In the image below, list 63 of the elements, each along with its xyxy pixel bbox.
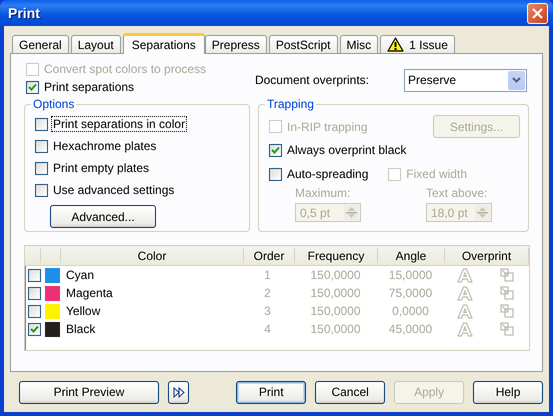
dialog-button[interactable]: Help [473, 380, 543, 404]
checkbox-label[interactable]: Print empty plates [52, 161, 150, 175]
tab[interactable]: Layout [70, 35, 121, 53]
dialog-button[interactable]: Print Preview [19, 380, 159, 404]
dialog-button[interactable]: Print [236, 380, 306, 404]
column-header[interactable]: Color [61, 248, 244, 263]
checkbox-label[interactable]: Print separations [43, 80, 136, 94]
table-cell-text: 150,0000 [309, 322, 362, 336]
column-header[interactable]: Overprint [445, 248, 529, 263]
dropdown[interactable]: Preserve [404, 68, 527, 92]
table-cell-text: 45,0000 [388, 322, 434, 336]
checkbox-label[interactable]: Always overprint black [286, 143, 408, 157]
table-cell-text: 2 [263, 286, 272, 300]
close-icon[interactable] [532, 8, 543, 18]
checkbox-label[interactable]: Auto-spreading [286, 167, 370, 181]
warning-icon [387, 37, 404, 52]
checkbox[interactable] [35, 184, 48, 196]
table-cell-text: 15,0000 [388, 268, 434, 282]
tab[interactable]: Separations [122, 33, 205, 54]
more-button[interactable] [168, 380, 190, 404]
spin-label: Text above: [426, 186, 488, 200]
column-header[interactable]: Angle [378, 248, 445, 263]
forward-icon [172, 386, 185, 398]
checkbox[interactable] [28, 322, 41, 336]
table-cell-text: 1 [263, 268, 272, 282]
spin-label: Maximum: [295, 186, 352, 200]
table-cell-text: 150,0000 [309, 268, 362, 282]
checkbox[interactable] [28, 286, 41, 300]
group-title: Options [31, 97, 76, 111]
table-cell-text: Yellow [65, 304, 102, 318]
table-cell-text: 150,0000 [309, 304, 362, 318]
checkbox[interactable] [35, 162, 48, 174]
close-button[interactable] [527, 2, 548, 24]
table-cell-text: 3 [263, 304, 272, 318]
checkbox[interactable] [26, 80, 39, 94]
table-cell-text: Black [65, 322, 96, 336]
checkbox[interactable] [35, 140, 48, 152]
tab[interactable]: Prepress [204, 35, 267, 53]
checkbox-label[interactable]: Print separations in color [52, 117, 186, 131]
checkbox-label[interactable]: Use advanced settings [52, 183, 176, 197]
checkbox[interactable] [269, 168, 282, 180]
checkbox[interactable] [35, 118, 48, 130]
tab[interactable]: Misc [340, 35, 378, 53]
checkbox-label[interactable]: Hexachrome plates [52, 139, 158, 153]
tab[interactable]: General [12, 35, 69, 53]
table-cell-text: 0,0000 [391, 304, 430, 318]
column-header[interactable]: Frequency [295, 248, 378, 263]
window-title: Print [8, 5, 40, 21]
checkbox[interactable] [269, 144, 282, 156]
column-header[interactable]: Order [244, 248, 295, 263]
table-cell-text: 4 [263, 322, 272, 336]
table-cell-text: Cyan [65, 268, 96, 282]
table-cell-text: 75,0000 [388, 286, 434, 300]
advanced-button[interactable]: Advanced... [50, 205, 156, 228]
table-cell-text: Magenta [65, 286, 114, 300]
field-label: Document overprints: [254, 73, 369, 87]
tab[interactable]: PostScript [268, 35, 338, 53]
checkbox[interactable] [28, 268, 41, 282]
dialog-button[interactable]: Cancel [315, 380, 386, 404]
tab[interactable]: 1 Issue [380, 35, 455, 53]
table-cell-text: 150,0000 [309, 286, 362, 300]
checkbox[interactable] [28, 304, 41, 318]
group-title: Trapping [265, 97, 316, 111]
